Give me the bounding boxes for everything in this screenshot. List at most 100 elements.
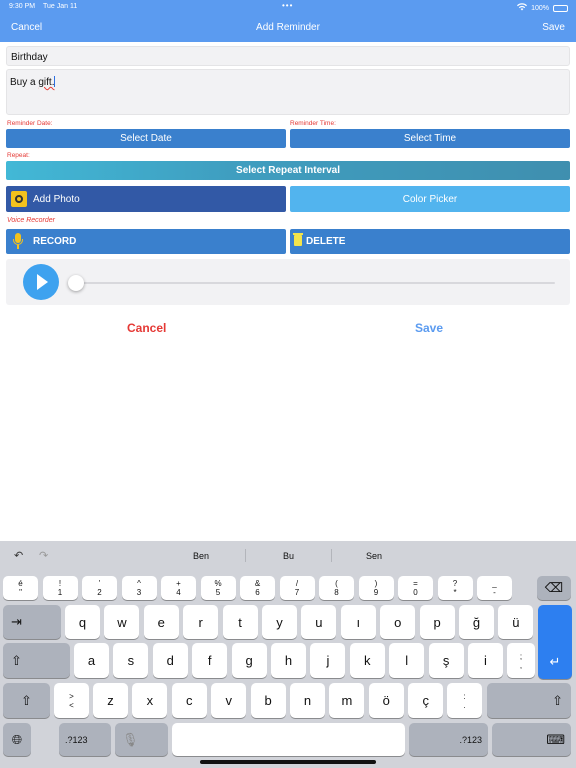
letter-key[interactable]: q	[65, 605, 100, 639]
space-key[interactable]	[172, 723, 405, 756]
dictation-key[interactable]: 🎙︎	[115, 723, 168, 756]
delete-label: DELETE	[306, 236, 346, 247]
playback-slider-track[interactable]	[76, 282, 555, 284]
letter-key[interactable]: j	[310, 643, 346, 678]
letter-key[interactable]: c	[171, 683, 207, 718]
playback-slider-thumb[interactable]	[68, 275, 84, 291]
letter-key[interactable]: o	[380, 605, 416, 639]
globe-key[interactable]: 🌐︎	[3, 723, 31, 756]
number-key[interactable]: & 6	[240, 576, 275, 600]
key-primary-label: 0	[413, 588, 418, 597]
number-key[interactable]: ! 1	[42, 576, 78, 600]
notes-field[interactable]: Buy a gift.	[6, 69, 570, 115]
letter-key[interactable]: f	[192, 643, 228, 678]
letter-key[interactable]: r	[183, 605, 219, 639]
letter-key[interactable]: g	[231, 643, 267, 678]
letter-key[interactable]: y	[262, 605, 297, 639]
letter-key[interactable]: n	[290, 683, 325, 718]
key-secondary-label: '	[98, 579, 101, 588]
record-button[interactable]: RECORD	[6, 229, 286, 254]
key-secondary-label: &	[254, 579, 261, 588]
punctuation-key[interactable]: :.	[447, 683, 482, 718]
tab-key[interactable]: ⇥	[3, 605, 61, 639]
onscreen-keyboard: ↶ ↷ Ben Bu Sen é "! 1 ' 2 ^ 3 +4% 5 & 6/7(8) 9 = 0? * _…	[0, 541, 576, 768]
navigation-bar: 9:30 PM Tue Jan 11 ••• 100% Cancel Add R…	[0, 0, 576, 42]
letter-key[interactable]: z	[93, 683, 128, 718]
number-key[interactable]: ? *	[437, 576, 473, 600]
key-label: s	[127, 653, 135, 668]
text-cursor	[54, 76, 56, 87]
select-repeat-interval-button[interactable]: Select Repeat Interval	[6, 161, 570, 180]
number-key[interactable]: % 5	[200, 576, 236, 600]
add-photo-button[interactable]: Add Photo	[6, 186, 286, 212]
shift-key-left-upper[interactable]: ⇧	[3, 643, 70, 678]
title-field[interactable]: Birthday	[6, 46, 570, 66]
suggestion-1[interactable]: Ben	[193, 551, 209, 561]
letter-key[interactable]: m	[329, 683, 365, 718]
letter-key[interactable]: h	[271, 643, 306, 678]
key-label: ü	[512, 614, 520, 630]
wifi-icon	[517, 3, 528, 13]
suggestion-2[interactable]: Bu	[283, 551, 294, 561]
numbers-key-left[interactable]: .?123	[59, 723, 111, 756]
shift-key-left[interactable]: ⇧	[3, 683, 50, 718]
play-icon[interactable]	[23, 264, 59, 300]
voice-recorder-label: Voice Recorder	[7, 217, 55, 224]
number-key[interactable]: _ -	[477, 576, 512, 600]
battery-icon	[553, 4, 568, 12]
letter-key[interactable]: v	[211, 683, 247, 718]
select-date-button[interactable]: Select Date	[6, 129, 286, 148]
letter-key[interactable]: ç	[408, 683, 444, 718]
multitasking-dots-icon[interactable]: •••	[282, 1, 293, 10]
number-key[interactable]: (8	[319, 576, 354, 600]
letter-key[interactable]: ı	[340, 605, 376, 639]
letter-key[interactable]: l	[389, 643, 425, 678]
number-key[interactable]: ' 2	[82, 576, 117, 600]
key-secondary-label: ,	[519, 660, 523, 670]
punctuation-key[interactable]: ;,	[507, 643, 535, 678]
nav-save-button[interactable]: Save	[542, 22, 565, 33]
letter-key[interactable]: s	[113, 643, 149, 678]
number-key[interactable]: ) 9	[358, 576, 394, 600]
letter-key[interactable]: w	[104, 605, 140, 639]
save-button[interactable]: Save	[415, 321, 443, 335]
backspace-key[interactable]: ⌫	[537, 576, 571, 600]
shift-key-right[interactable]: ⇧	[487, 683, 571, 718]
key-secondary-label: .	[463, 700, 466, 710]
number-key[interactable]: /7	[279, 576, 315, 600]
number-key[interactable]: = 0	[398, 576, 433, 600]
letter-key[interactable]: i	[468, 643, 503, 678]
letter-key[interactable]: e	[143, 605, 179, 639]
cancel-button[interactable]: Cancel	[127, 321, 166, 335]
return-key[interactable]: ↵	[538, 605, 572, 679]
letter-key[interactable]: a	[74, 643, 109, 678]
letter-key[interactable]: ö	[368, 683, 404, 718]
number-key[interactable]: é "	[3, 576, 38, 600]
color-picker-button[interactable]: Color Picker	[290, 186, 570, 212]
key-primary-label: 8	[334, 588, 339, 597]
letter-key[interactable]: p	[419, 605, 455, 639]
letter-key[interactable]: t	[222, 605, 258, 639]
letter-key[interactable]: ğ	[459, 605, 494, 639]
key-label: ğ	[472, 614, 481, 630]
letter-key[interactable]: x	[132, 683, 168, 718]
numbers-key-right[interactable]: .?123	[409, 723, 488, 756]
letter-key[interactable]: b	[250, 683, 286, 718]
number-key[interactable]: +4	[161, 576, 196, 600]
key-label: h	[284, 653, 293, 668]
letter-key[interactable]: k	[349, 643, 385, 678]
letter-key[interactable]: u	[301, 605, 337, 639]
undo-icon[interactable]: ↶	[14, 549, 23, 562]
select-time-button[interactable]: Select Time	[290, 129, 570, 148]
keyboard-hide-key[interactable]: ⌨︎	[492, 723, 571, 756]
letter-key[interactable]: d	[152, 643, 188, 678]
key-secondary-label: !	[58, 579, 62, 588]
letter-key[interactable]: ü	[498, 605, 534, 639]
angle-bracket-key[interactable]: > <	[54, 683, 89, 718]
reminder-time-label: Reminder Time:	[290, 120, 336, 127]
redo-icon[interactable]: ↷	[39, 549, 48, 562]
number-key[interactable]: ^ 3	[121, 576, 157, 600]
letter-key[interactable]: ş	[428, 643, 464, 678]
suggestion-3[interactable]: Sen	[366, 551, 382, 561]
delete-recording-button[interactable]: DELETE	[290, 229, 570, 254]
